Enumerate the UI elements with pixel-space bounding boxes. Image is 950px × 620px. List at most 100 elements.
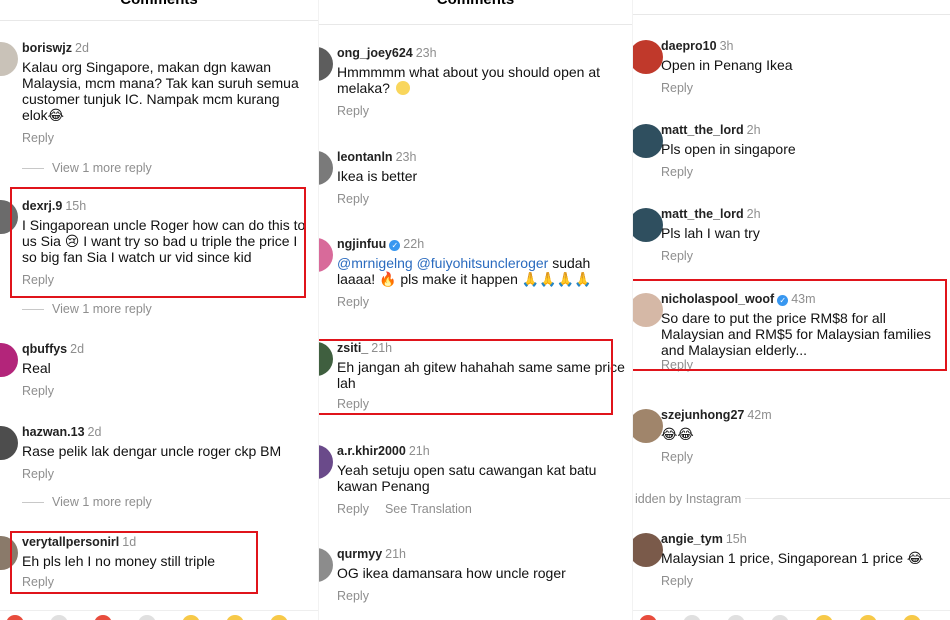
reply-button[interactable]: Reply — [337, 502, 369, 516]
comments-panel-2: Comments ong_joey624 23h Hmmmmm what abou… — [318, 0, 632, 620]
comments-panel-1: Comments boriswjz2d Kalau org Singapore,… — [0, 0, 318, 620]
mention-link[interactable]: @mrnigelng — [337, 255, 413, 271]
comment-username[interactable]: szejunhong27 — [661, 408, 744, 422]
comment-username[interactable]: daepro10 — [661, 39, 717, 53]
comment-username[interactable]: qurmyy — [337, 547, 382, 561]
avatar[interactable] — [0, 426, 18, 460]
reply-button[interactable]: Reply — [661, 249, 693, 263]
comment-text: Pls lah I wan try — [661, 225, 760, 241]
hidden-comments-note[interactable]: idden by Instagram — [635, 492, 741, 506]
view-more-replies[interactable]: View 1 more reply — [22, 495, 152, 509]
heart-emoji-icon[interactable] — [6, 615, 24, 620]
comment-text: Pls open in singapore — [661, 141, 796, 157]
comment-text: Yeah setuju open satu cawangan kat batu … — [337, 462, 597, 494]
avatar[interactable] — [0, 200, 18, 234]
heart-emoji-icon[interactable] — [639, 615, 657, 620]
avatar[interactable] — [633, 409, 663, 443]
comment-time: 23h — [395, 150, 417, 164]
comment-text: Kalau org Singapore, makan dgn kawan Mal… — [22, 59, 299, 123]
verified-badge-icon: ✓ — [389, 240, 401, 251]
avatar[interactable] — [319, 238, 333, 272]
fire-emoji-icon[interactable] — [727, 615, 745, 620]
header-divider — [633, 14, 950, 15]
reply-button[interactable]: Reply — [337, 295, 369, 309]
comment-time: 2h — [746, 207, 761, 221]
reply-button[interactable]: Reply — [661, 358, 693, 372]
comment-username[interactable]: a.r.khir2000 — [337, 444, 406, 458]
emoji-reaction-bar — [0, 610, 318, 620]
comment-username[interactable]: verytallpersonirl — [22, 535, 119, 549]
comment-time: 21h — [371, 341, 393, 355]
smile-emoji-icon[interactable] — [815, 615, 833, 620]
comment-username[interactable]: angie_tym — [661, 532, 723, 546]
divider-line — [745, 498, 950, 499]
comment-text: Malaysian 1 price, Singaporean 1 price 😂 — [661, 550, 924, 566]
avatar[interactable] — [0, 536, 18, 570]
avatar[interactable] — [319, 342, 333, 376]
comment-text: I Singaporean uncle Roger how can do thi… — [22, 217, 306, 265]
reply-button[interactable]: Reply — [337, 397, 369, 411]
view-more-label: View 1 more reply — [52, 161, 152, 175]
reply-button[interactable]: Reply — [22, 467, 54, 481]
comment-time: 15h — [65, 199, 87, 213]
view-more-replies[interactable]: View 1 more reply — [22, 161, 152, 175]
reply-button[interactable]: Reply — [661, 450, 693, 464]
reply-button[interactable]: Reply — [337, 104, 369, 118]
avatar[interactable] — [633, 533, 663, 567]
wow-emoji-icon[interactable] — [270, 615, 288, 620]
wow-emoji-icon[interactable] — [903, 615, 921, 620]
comment-username[interactable]: qbuffys — [22, 342, 67, 356]
avatar[interactable] — [319, 151, 333, 185]
reply-button[interactable]: Reply — [661, 165, 693, 179]
laugh-emoji-icon[interactable] — [859, 615, 877, 620]
comment-time: 3h — [719, 39, 734, 53]
avatar[interactable] — [0, 42, 18, 76]
party-emoji-icon[interactable] — [771, 615, 789, 620]
comment-text: Ikea is better — [337, 168, 418, 184]
comment-username[interactable]: zsiti_ — [337, 341, 368, 355]
comment-text: Eh jangan ah gitew hahahah same same pri… — [337, 359, 625, 391]
panel-title: Comments — [319, 0, 632, 8]
avatar[interactable] — [319, 47, 333, 81]
comment-username[interactable]: nicholaspool_woof — [661, 292, 774, 306]
comment-time: 42m — [747, 408, 772, 422]
reply-button[interactable]: Reply — [337, 589, 369, 603]
comment-username[interactable]: matt_the_lord — [661, 123, 744, 137]
reply-button[interactable]: Reply — [22, 273, 54, 287]
comment-text: Rase pelik lak dengar uncle roger ckp BM — [22, 443, 282, 459]
fire-emoji-icon[interactable] — [94, 615, 112, 620]
comment-username[interactable]: ngjinfuu — [337, 237, 386, 251]
see-translation-button[interactable]: See Translation — [385, 502, 472, 516]
comment-text: OG ikea damansara how uncle roger — [337, 565, 566, 581]
comment-username[interactable]: leontanln — [337, 150, 393, 164]
comment-text: So dare to put the price RM$8 for all Ma… — [661, 310, 931, 358]
comment-username[interactable]: hazwan.13 — [22, 425, 85, 439]
clap-emoji-icon[interactable] — [683, 615, 701, 620]
smile-emoji-icon[interactable] — [182, 615, 200, 620]
reply-button[interactable]: Reply — [337, 192, 369, 206]
comment-text: Hmmmmm what about you should open at mel… — [337, 64, 601, 96]
comment-username[interactable]: matt_the_lord — [661, 207, 744, 221]
comment-time: 15h — [725, 532, 747, 546]
mention-link[interactable]: @fuiyohitsuncleroger — [417, 255, 549, 271]
avatar[interactable] — [0, 343, 18, 377]
laugh-emoji-icon[interactable] — [226, 615, 244, 620]
comment-username[interactable]: dexrj.9 — [22, 199, 62, 213]
view-more-replies[interactable]: View 1 more reply — [22, 302, 152, 316]
reply-button[interactable]: Reply — [22, 575, 54, 589]
reply-button[interactable]: Reply — [22, 131, 54, 145]
avatar[interactable] — [319, 548, 333, 582]
comment-username[interactable]: ong_joey624 — [337, 46, 413, 60]
avatar[interactable] — [633, 40, 663, 74]
comment-username[interactable]: boriswjz — [22, 41, 72, 55]
reply-button[interactable]: Reply — [22, 384, 54, 398]
reply-button[interactable]: Reply — [661, 81, 693, 95]
avatar[interactable] — [633, 124, 663, 158]
reply-button[interactable]: Reply — [661, 574, 693, 588]
clap-emoji-icon[interactable] — [50, 615, 68, 620]
comment-text: Real — [22, 360, 51, 376]
avatar[interactable] — [633, 208, 663, 242]
avatar[interactable] — [319, 445, 333, 479]
avatar[interactable] — [633, 293, 663, 327]
party-emoji-icon[interactable] — [138, 615, 156, 620]
